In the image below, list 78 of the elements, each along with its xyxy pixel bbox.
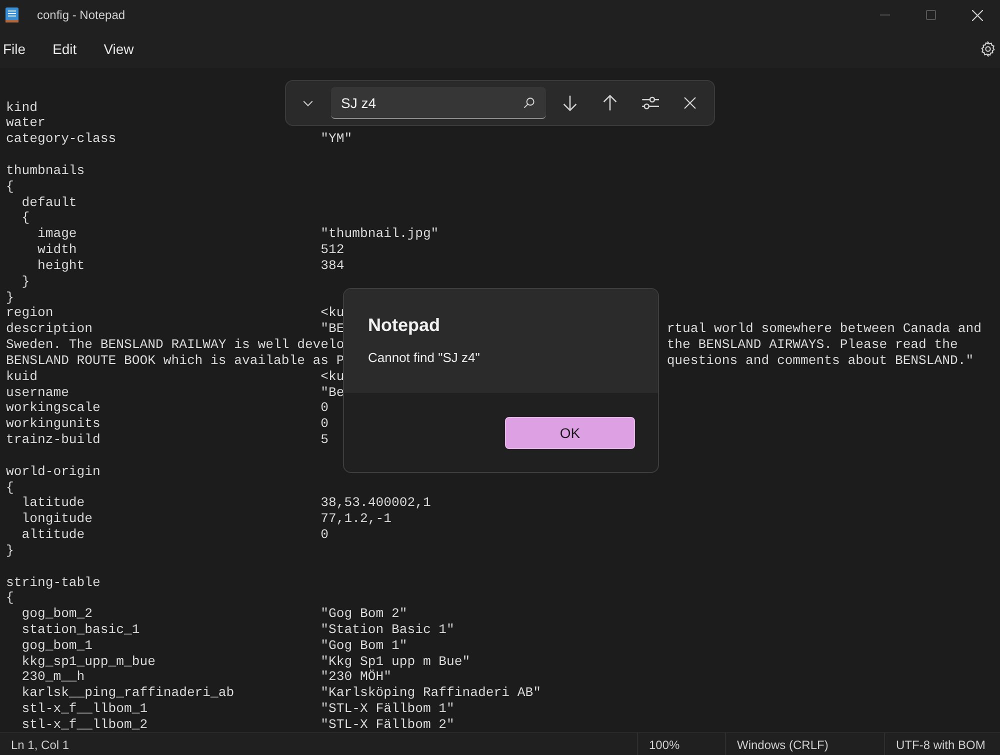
config-value: "BE <box>320 321 344 336</box>
menu-item[interactable]: View <box>104 37 134 61</box>
line-ending: Windows (CRLF) <box>736 738 830 752</box>
config-key: stl-x_f__llbom_2 <box>22 716 148 732</box>
menu-item[interactable]: Edit <box>52 37 77 61</box>
config-value: 5 <box>320 432 329 448</box>
config-key: water <box>6 115 46 130</box>
config-key: region <box>6 305 54 320</box>
config-key: gog_bom_2 <box>22 606 93 622</box>
config-value: 77,1.2,-1 <box>320 511 392 526</box>
config-key: string-table <box>6 574 100 590</box>
config-key: default <box>22 194 77 210</box>
config-key: } <box>6 542 14 558</box>
encoding: UTF-8 with BOM <box>895 738 986 752</box>
config-key: category-class <box>6 131 116 146</box>
config-value: "Gog Bom 2" <box>320 606 408 622</box>
config-key: workingunits <box>6 416 100 432</box>
config-value: 512 <box>320 242 344 258</box>
close-icon[interactable] <box>972 10 982 20</box>
config-key: thumbnails <box>6 162 85 178</box>
config-key: } <box>6 290 14 305</box>
config-key: { <box>22 210 30 226</box>
zoom-level: 100% <box>648 738 681 752</box>
config-value: "Station Basic 1" <box>320 622 454 637</box>
config-key: altitude <box>22 527 85 542</box>
config-key: BENSLAND ROUTE BOOK which is available as P <box>6 352 344 368</box>
config-value: 0 <box>320 527 329 542</box>
config-value: "thumbnail.jpg" <box>320 226 439 242</box>
config-value: 384 <box>320 258 344 273</box>
config-key: { <box>6 480 14 495</box>
window-title: config - Notepad <box>37 8 126 22</box>
config-value: 38,53.400002,1 <box>320 495 431 510</box>
config-value: "STL-X Fällbom 2" <box>320 716 454 732</box>
config-value: "Kkg Sp1 upp m Bue" <box>320 654 470 669</box>
code-text: the BENSLAND AIRWAYS. Please read the <box>666 337 958 352</box>
config-key: kkg_sp1_upp_m_bue <box>22 654 156 669</box>
menu-item[interactable]: File <box>3 37 26 61</box>
config-key: } <box>22 274 30 289</box>
ok-button[interactable]: OK <box>505 416 635 448</box>
cursor-position: Ln 1, Col 1 <box>10 738 70 752</box>
config-key: world-origin <box>6 464 100 479</box>
config-key: karlsk__ping_raffinaderi_ab <box>22 685 234 700</box>
config-key: Sweden. The BENSLAND RAILWAY is well develo <box>6 337 344 352</box>
config-key: height <box>37 258 85 273</box>
notepad-icon <box>5 7 19 23</box>
config-key: longitude <box>22 511 93 526</box>
config-key: width <box>37 242 77 258</box>
search-field[interactable]: SJ z4 <box>331 87 546 119</box>
config-key: workingscale <box>6 400 100 416</box>
config-value: <ku <box>320 368 344 384</box>
config-key: kind <box>6 100 38 115</box>
config-key: latitude <box>22 495 85 510</box>
config-value: "Be <box>320 384 344 400</box>
config-key: kuid <box>6 368 38 384</box>
search-icon <box>522 96 536 110</box>
config-key: 230_m__h <box>22 669 85 684</box>
config-key: station_basic_1 <box>22 622 140 637</box>
config-key: gog_bom_1 <box>22 638 93 653</box>
config-key: trainz-build <box>6 432 100 448</box>
settings-icon[interactable] <box>980 41 996 57</box>
config-key: { <box>6 178 14 194</box>
config-key: description <box>6 321 93 336</box>
config-key: image <box>37 226 77 242</box>
code-text: questions and comments about BENSLAND." <box>666 352 974 368</box>
config-key: { <box>6 590 14 606</box>
config-value: "Karlsköping Raffinaderi AB" <box>320 685 541 700</box>
dialog-message: Cannot find "SJ z4" <box>368 350 481 365</box>
config-value: <ku <box>320 305 344 320</box>
config-value: "STL-X Fällbom 1" <box>320 701 454 716</box>
dialog-title: Notepad <box>368 315 441 336</box>
config-key: username <box>6 384 69 400</box>
config-value: 0 <box>320 400 329 416</box>
code-text: rtual world somewhere between Canada and <box>666 321 982 336</box>
config-value: "230 MÖH" <box>320 669 392 684</box>
config-value: "Gog Bom 1" <box>320 638 408 653</box>
config-value: 0 <box>320 416 329 432</box>
config-key: stl-x_f__llbom_1 <box>22 701 148 716</box>
config-value: "YM" <box>320 131 352 146</box>
